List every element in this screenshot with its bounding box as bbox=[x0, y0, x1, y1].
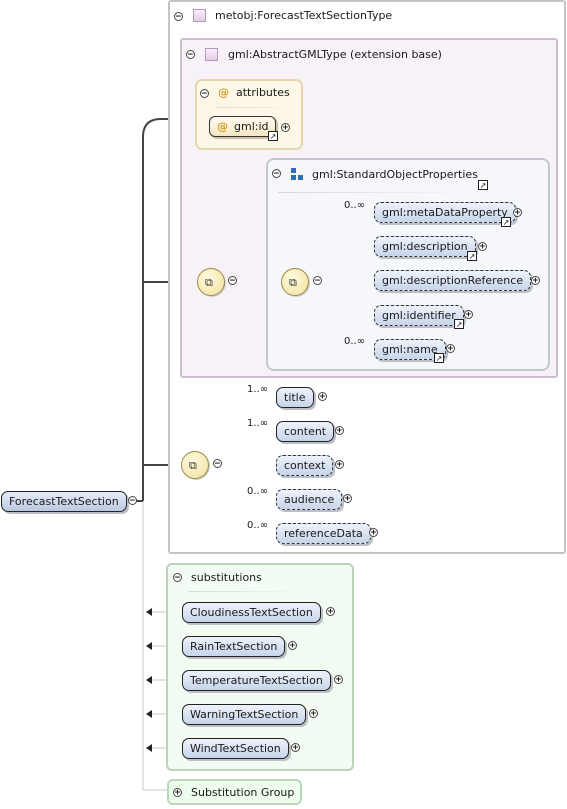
element-gml-identifier[interactable]: gml:identifier bbox=[374, 305, 464, 326]
complex-type-name: metobj:ForecastTextSectionType bbox=[215, 9, 393, 22]
element-gml-metadataproperty[interactable]: gml:metaDataProperty bbox=[374, 202, 516, 223]
attribute-icon: @ bbox=[217, 120, 228, 133]
element-context[interactable]: context bbox=[276, 455, 334, 476]
link-arrow-icon[interactable]: ↗ bbox=[478, 180, 488, 190]
element-referencedata[interactable]: referenceData bbox=[276, 523, 371, 544]
element-title[interactable]: title bbox=[276, 387, 314, 408]
link-arrow-icon[interactable]: ↗ bbox=[501, 217, 511, 227]
substitution-rain[interactable]: RainTextSection bbox=[182, 636, 286, 657]
link-arrow-icon[interactable]: ↗ bbox=[434, 353, 444, 363]
sequence-compositor[interactable]: ⧉ bbox=[181, 451, 209, 479]
arrow-icon bbox=[146, 676, 152, 684]
substitution-temperature[interactable]: TemperatureTextSection bbox=[182, 670, 331, 691]
expand-icon[interactable]: + bbox=[335, 426, 344, 436]
cardinality: 0..∞ bbox=[247, 486, 269, 497]
cardinality: 0..∞ bbox=[344, 336, 366, 347]
attribute-name: gml:id bbox=[234, 120, 269, 133]
expand-icon[interactable]: + bbox=[478, 242, 487, 252]
substitution-group-label: Substitution Group bbox=[191, 786, 295, 799]
collapse-icon[interactable]: − bbox=[228, 276, 237, 286]
attribute-gml-id[interactable]: @ gml:id bbox=[209, 116, 276, 137]
collapse-icon[interactable]: − bbox=[173, 573, 182, 583]
substitutions-label: substitutions bbox=[191, 571, 262, 584]
attributes-box: − @ attributes bbox=[195, 79, 303, 150]
substitution-warning[interactable]: WarningTextSection bbox=[182, 704, 307, 725]
expand-icon[interactable]: + bbox=[343, 494, 352, 504]
element-gml-description[interactable]: gml:description bbox=[374, 236, 476, 257]
expand-icon[interactable]: + bbox=[369, 528, 378, 538]
extension-base-icon bbox=[205, 48, 218, 61]
collapse-icon[interactable]: − bbox=[213, 459, 222, 469]
cardinality: 0..∞ bbox=[344, 200, 366, 211]
expand-icon[interactable]: + bbox=[309, 709, 318, 719]
expand-icon[interactable]: + bbox=[326, 607, 335, 617]
expand-icon[interactable]: + bbox=[288, 641, 297, 651]
substitution-cloudiness[interactable]: CloudinessTextSection bbox=[182, 602, 321, 623]
link-arrow-icon[interactable]: ↗ bbox=[268, 131, 278, 141]
expand-icon[interactable]: + bbox=[281, 123, 290, 133]
sequence-compositor[interactable]: ⧉ bbox=[197, 268, 225, 296]
expand-icon[interactable]: + bbox=[291, 743, 300, 753]
expand-icon[interactable]: + bbox=[335, 460, 344, 470]
collapse-icon[interactable]: − bbox=[128, 496, 137, 506]
expand-icon[interactable]: + bbox=[318, 392, 327, 402]
substitution-group-box[interactable]: + Substitution Group bbox=[167, 779, 302, 805]
separator bbox=[217, 107, 297, 108]
collapse-icon[interactable]: − bbox=[186, 50, 195, 60]
cardinality: 1..∞ bbox=[247, 418, 269, 429]
complex-type-icon bbox=[193, 9, 206, 22]
collapse-icon[interactable]: − bbox=[174, 12, 183, 22]
element-content[interactable]: content bbox=[276, 421, 335, 442]
cardinality: 1..∞ bbox=[247, 384, 269, 395]
expand-icon[interactable]: + bbox=[446, 344, 455, 354]
arrow-icon bbox=[146, 710, 152, 718]
element-gml-descriptionreference[interactable]: gml:descriptionReference bbox=[374, 270, 532, 291]
attributes-label: attributes bbox=[236, 86, 290, 99]
collapse-icon[interactable]: − bbox=[200, 89, 209, 99]
expand-icon[interactable]: + bbox=[531, 276, 540, 286]
extension-base-name: gml:AbstractGMLType (extension base) bbox=[228, 48, 442, 61]
separator bbox=[188, 591, 308, 592]
expand-icon[interactable]: + bbox=[464, 310, 473, 320]
sequence-compositor[interactable]: ⧉ bbox=[281, 268, 309, 296]
root-element[interactable]: ForecastTextSection bbox=[1, 491, 127, 512]
arrow-icon bbox=[146, 608, 152, 616]
group-name: gml:StandardObjectProperties bbox=[312, 168, 478, 181]
link-arrow-icon[interactable]: ↗ bbox=[467, 251, 477, 261]
separator bbox=[278, 192, 478, 193]
group-icon bbox=[291, 168, 303, 180]
arrow-icon bbox=[146, 744, 152, 752]
collapse-icon[interactable]: − bbox=[313, 276, 322, 286]
attributes-icon: @ bbox=[218, 86, 229, 99]
element-audience[interactable]: audience bbox=[276, 489, 343, 510]
collapse-icon[interactable]: − bbox=[272, 169, 281, 179]
cardinality: 0..∞ bbox=[247, 520, 269, 531]
substitution-wind[interactable]: WindTextSection bbox=[182, 738, 289, 759]
expand-icon[interactable]: + bbox=[334, 675, 343, 685]
expand-icon[interactable]: + bbox=[173, 788, 182, 798]
expand-icon[interactable]: + bbox=[513, 208, 522, 218]
link-arrow-icon[interactable]: ↗ bbox=[454, 319, 464, 329]
arrow-icon bbox=[146, 642, 152, 650]
